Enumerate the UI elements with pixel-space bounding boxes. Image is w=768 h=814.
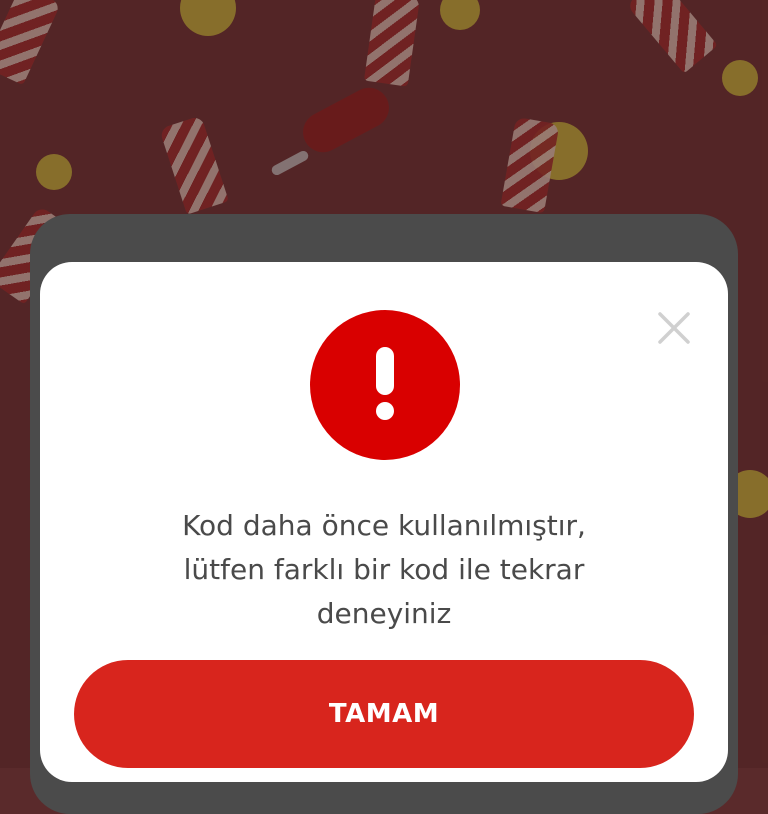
error-message-line: deneyiniz	[316, 597, 452, 630]
error-message-line: Kod daha önce kullanılmıştır,	[182, 509, 586, 542]
error-dialog: Kod daha önce kullanılmıştır, lütfen far…	[40, 262, 728, 782]
close-button[interactable]	[654, 308, 694, 348]
exclamation-icon-bar	[376, 347, 394, 395]
error-message: Kod daha önce kullanılmıştır, lütfen far…	[100, 504, 668, 636]
error-message-line: lütfen farklı bir kod ile tekrar	[183, 553, 585, 586]
exclamation-icon-dot	[376, 402, 394, 420]
ok-button[interactable]: TAMAM	[74, 660, 694, 768]
close-icon	[658, 312, 690, 344]
alert-icon	[310, 310, 460, 460]
